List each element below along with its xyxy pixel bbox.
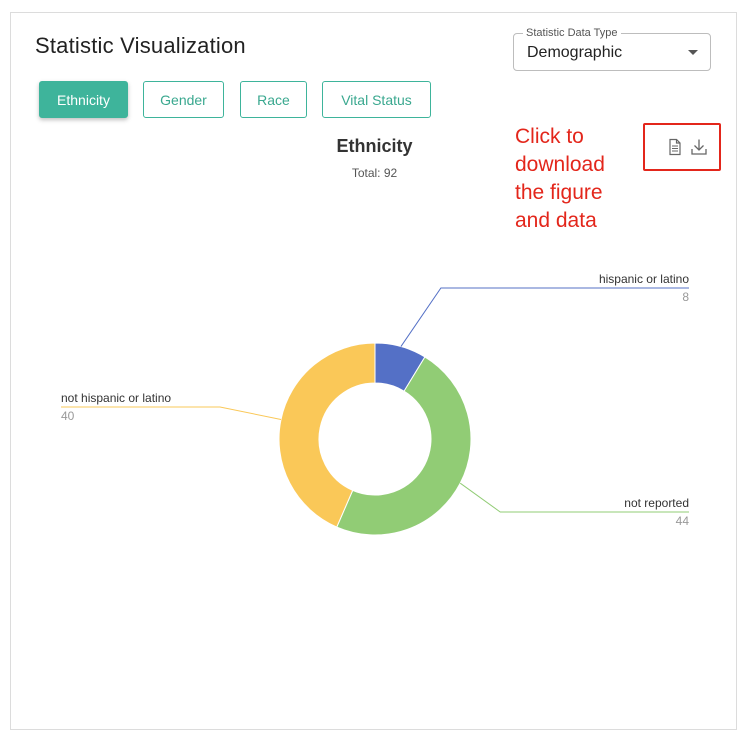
visualization-panel: Statistic Visualization Statistic Data T… xyxy=(10,12,737,730)
annotation-line: the figure xyxy=(515,181,603,204)
tab-gender[interactable]: Gender xyxy=(143,81,224,118)
leader-line xyxy=(400,287,689,347)
tab-vital-status[interactable]: Vital Status xyxy=(322,81,431,118)
slice-value: 44 xyxy=(676,514,690,528)
ethnicity-donut-chart: hispanic or latino 8 not reported 44 not his… xyxy=(61,272,690,536)
slice-value: 8 xyxy=(682,290,689,304)
annotation-line: Click to xyxy=(515,125,584,148)
page-title: Statistic Visualization xyxy=(35,33,246,58)
slice-label: not hispanic or latino xyxy=(61,391,171,405)
annotation-line: download xyxy=(515,153,605,176)
caret-down-icon xyxy=(688,50,698,55)
annotation-line: and data xyxy=(515,209,597,232)
leader-line xyxy=(61,406,282,420)
document-icon[interactable] xyxy=(665,137,685,157)
download-icon[interactable] xyxy=(689,137,709,157)
download-highlight-box xyxy=(643,123,721,171)
select-label: Statistic Data Type xyxy=(523,26,621,40)
tab-race[interactable]: Race xyxy=(240,81,307,118)
download-annotation: Click to download the figure and data xyxy=(515,123,645,235)
statistic-type-select[interactable]: Statistic Data Type Demographic xyxy=(513,26,711,71)
tab-ethnicity[interactable]: Ethnicity xyxy=(39,81,128,118)
slice-label: hispanic or latino xyxy=(599,272,689,286)
select-value: Demographic xyxy=(527,44,623,61)
slice-value: 40 xyxy=(61,409,75,423)
slice-label: not reported xyxy=(624,496,689,510)
